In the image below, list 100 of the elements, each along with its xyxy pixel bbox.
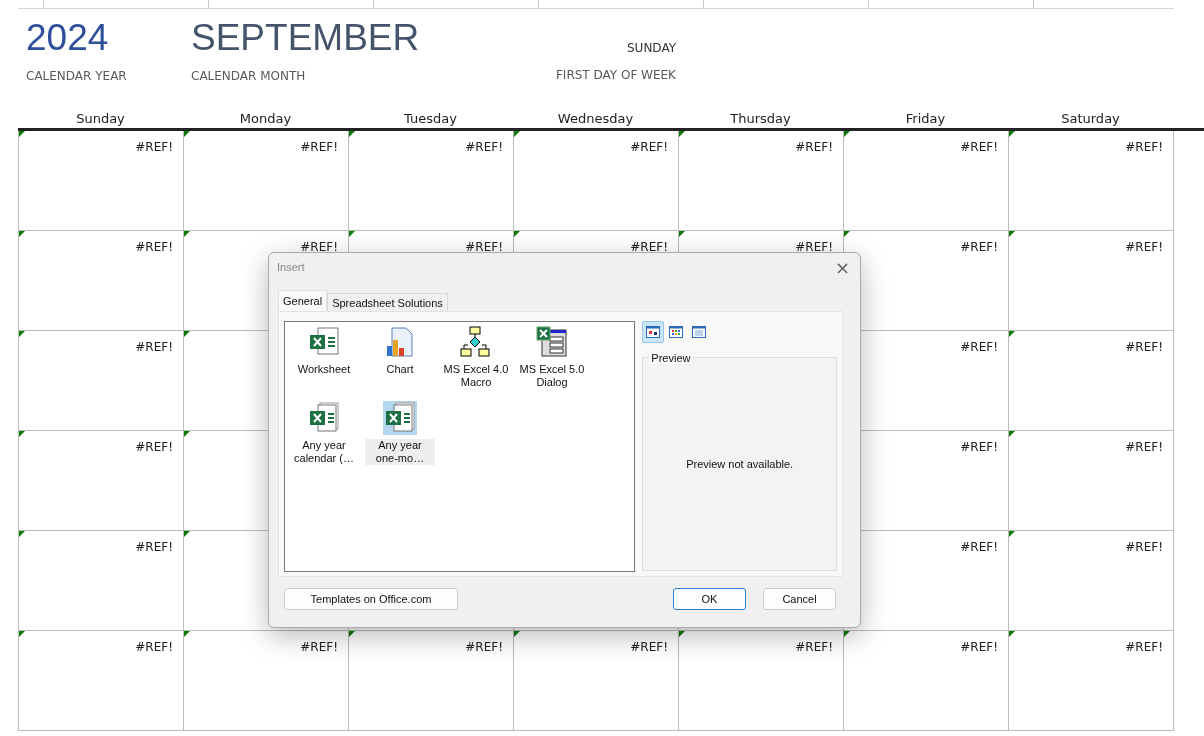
cell-value: #REF! [465, 240, 503, 254]
error-indicator-icon [679, 231, 685, 237]
template-item[interactable]: MS Excel 5.0 Dialog [517, 325, 587, 397]
error-indicator-icon [184, 331, 190, 337]
cell-value: #REF! [960, 640, 998, 654]
window-icon [691, 324, 708, 340]
ok-button[interactable]: OK [673, 588, 746, 610]
calendar-cell[interactable]: #REF! [19, 631, 184, 731]
calendar-month-label: CALENDAR MONTH [191, 69, 307, 83]
large-icons-view-button[interactable] [642, 321, 665, 343]
cell-value: #REF! [960, 440, 998, 454]
calendar-cell[interactable]: #REF! [19, 131, 184, 231]
error-indicator-icon [19, 431, 25, 437]
preview-label: Preview [649, 352, 693, 364]
cell-value: #REF! [630, 240, 668, 254]
calendar-cell[interactable]: #REF! [1009, 431, 1174, 531]
cell-value: #REF! [1125, 640, 1163, 654]
calendar-cell[interactable]: #REF! [844, 131, 1009, 231]
error-indicator-icon [1009, 331, 1015, 337]
cell-value: #REF! [960, 540, 998, 554]
chart-icon [384, 326, 416, 358]
error-indicator-icon [19, 531, 25, 537]
dialog-form-icon [536, 326, 568, 358]
calendar-cell[interactable]: #REF! [679, 131, 844, 231]
calendar-cell[interactable]: #REF! [1009, 531, 1174, 631]
templates-online-button[interactable]: Templates on Office.com [284, 588, 458, 610]
calendar-cell[interactable]: #REF! [349, 131, 514, 231]
weekday-header: Tuesday [403, 110, 458, 128]
weekday-header: Wednesday [556, 110, 635, 128]
cell-value: #REF! [960, 340, 998, 354]
calendar-cell[interactable]: #REF! [184, 131, 349, 231]
first-day-label: FIRST DAY OF WEEK [555, 68, 676, 82]
cell-value: #REF! [795, 640, 833, 654]
cell-value: #REF! [795, 140, 833, 154]
window-icon [645, 324, 662, 340]
cell-value: #REF! [960, 140, 998, 154]
cell-value: #REF! [135, 140, 173, 154]
weekday-header: Thursday [729, 110, 792, 128]
error-indicator-icon [1009, 231, 1015, 237]
cell-value: #REF! [135, 340, 173, 354]
dialog-title: Insert [277, 261, 305, 273]
calendar-month: SEPTEMBER [191, 16, 421, 60]
spreadsheet-icon [308, 402, 340, 434]
spreadsheet-icon [384, 402, 416, 434]
error-indicator-icon [1009, 431, 1015, 437]
template-item[interactable]: Any year calendar (… [289, 401, 359, 473]
cell-value: #REF! [1125, 540, 1163, 554]
preview-message: Preview not available. [686, 458, 794, 470]
cell-value: #REF! [630, 640, 668, 654]
cell-value: #REF! [300, 640, 338, 654]
template-item[interactable]: Chart [365, 325, 435, 397]
calendar-cell[interactable]: #REF! [1009, 331, 1174, 431]
spreadsheet-icon [308, 326, 340, 358]
template-item[interactable]: MS Excel 4.0 Macro [441, 325, 511, 397]
calendar-cell[interactable]: #REF! [19, 531, 184, 631]
window-icon [668, 324, 685, 340]
error-indicator-icon [514, 131, 520, 137]
calendar-cell[interactable]: #REF! [1009, 631, 1174, 731]
tab[interactable]: Spreadsheet Solutions [327, 293, 448, 311]
cell-value: #REF! [795, 240, 833, 254]
cell-value: #REF! [135, 540, 173, 554]
weekday-header: Friday [904, 110, 947, 128]
error-indicator-icon [184, 631, 190, 637]
calendar-cell[interactable]: #REF! [19, 431, 184, 531]
first-day-value: SUNDAY [627, 41, 676, 57]
weekday-header: Saturday [1060, 110, 1121, 128]
cell-value: #REF! [1125, 340, 1163, 354]
calendar-cell[interactable]: #REF! [1009, 131, 1174, 231]
calendar-cell[interactable]: #REF! [1009, 231, 1174, 331]
error-indicator-icon [514, 231, 520, 237]
error-indicator-icon [19, 231, 25, 237]
calendar-year-label: CALENDAR YEAR [26, 69, 128, 83]
template-item[interactable]: Any year one-mo… [365, 401, 435, 473]
cell-value: #REF! [465, 140, 503, 154]
cancel-button[interactable]: Cancel [763, 588, 836, 610]
calendar-year: 2024 [26, 16, 110, 60]
cell-value: #REF! [135, 440, 173, 454]
error-indicator-icon [1009, 531, 1015, 537]
calendar-cell[interactable]: #REF! [19, 231, 184, 331]
cell-value: #REF! [630, 140, 668, 154]
cell-value: #REF! [1125, 140, 1163, 154]
cell-value: #REF! [465, 640, 503, 654]
cell-value: #REF! [135, 240, 173, 254]
calendar-cell[interactable]: #REF! [19, 331, 184, 431]
error-indicator-icon [19, 331, 25, 337]
error-indicator-icon [1009, 131, 1015, 137]
error-indicator-icon [844, 231, 850, 237]
error-indicator-icon [349, 131, 355, 137]
error-indicator-icon [184, 431, 190, 437]
tab[interactable]: General [278, 290, 328, 311]
cell-value: #REF! [1125, 440, 1163, 454]
error-indicator-icon [184, 531, 190, 537]
cell-value: #REF! [1125, 240, 1163, 254]
flowchart-icon [460, 326, 492, 358]
calendar-cell[interactable]: #REF! [514, 131, 679, 231]
error-indicator-icon [1009, 631, 1015, 637]
error-indicator-icon [844, 131, 850, 137]
cell-value: #REF! [960, 240, 998, 254]
error-indicator-icon [19, 131, 25, 137]
cell-value: #REF! [300, 140, 338, 154]
